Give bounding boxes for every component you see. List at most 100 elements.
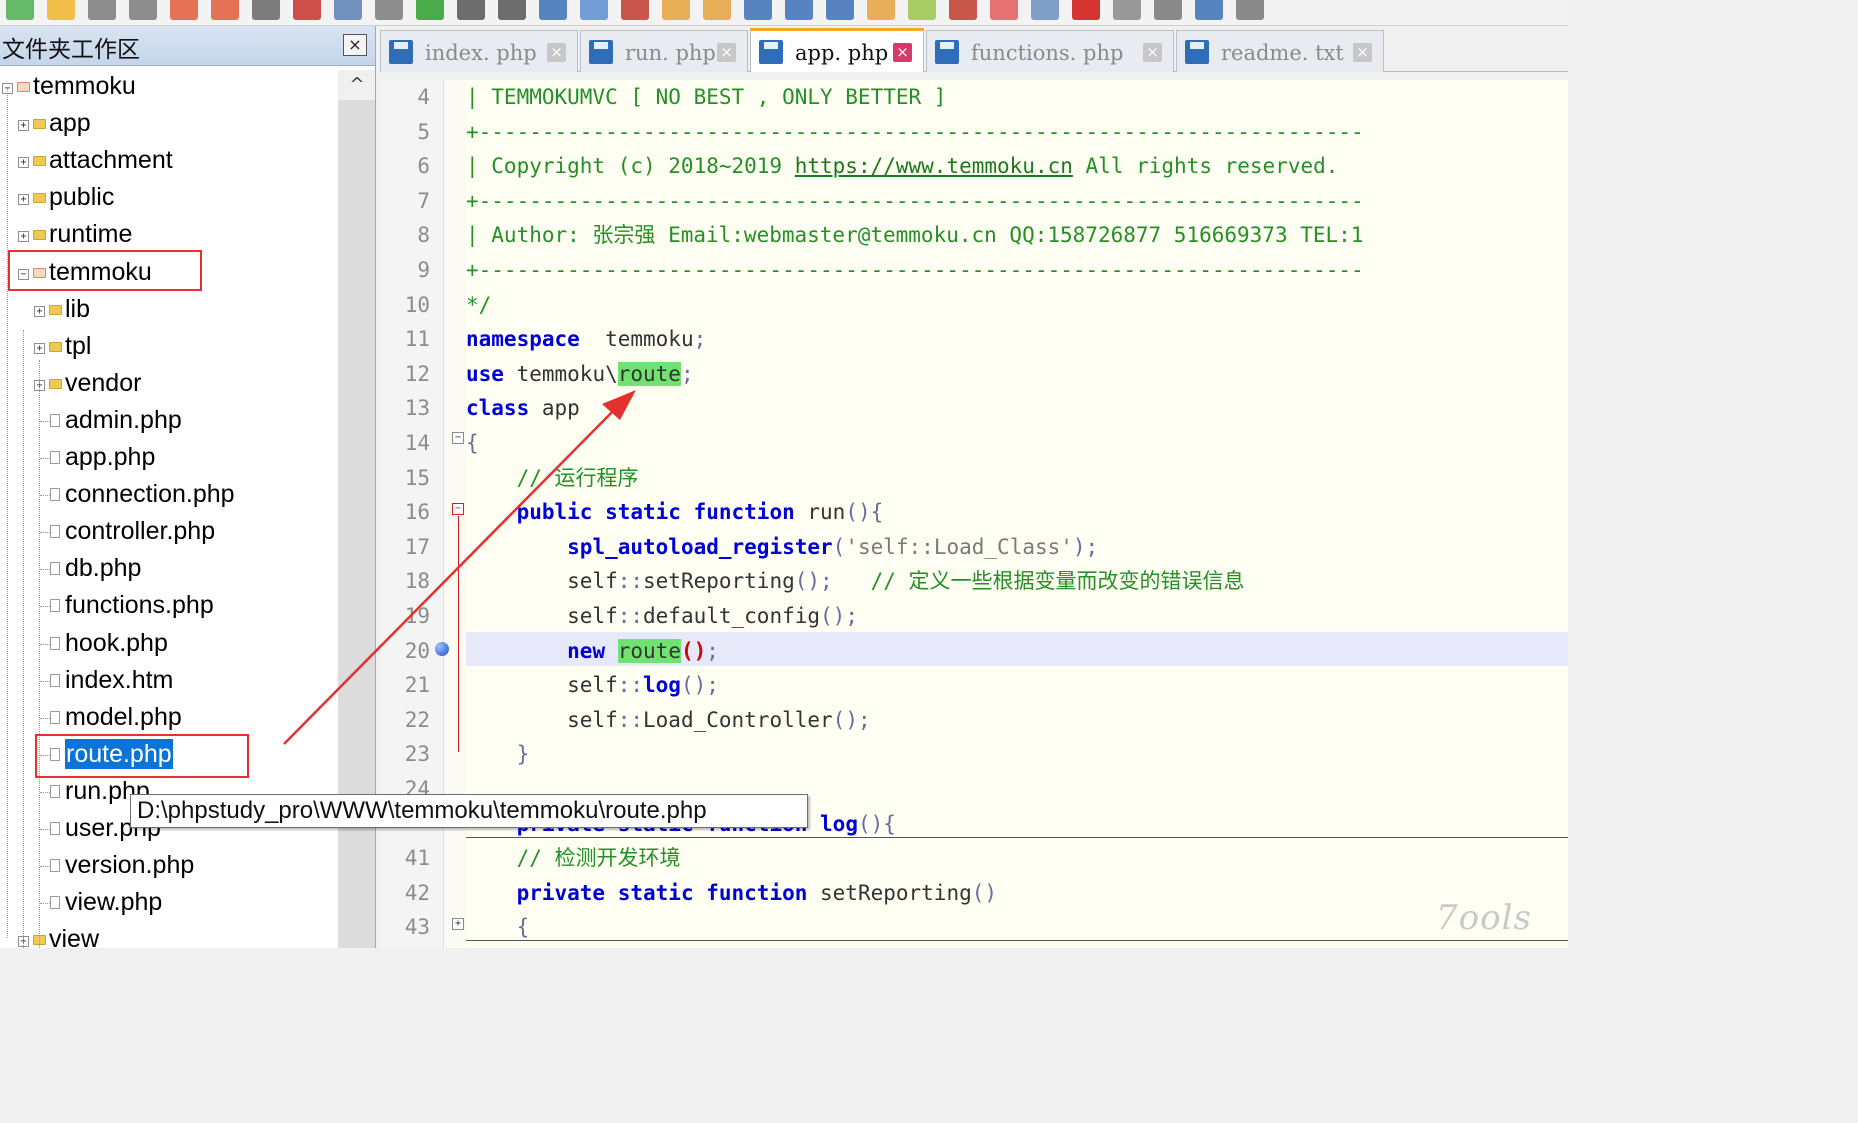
tab-readmetxt[interactable]: readme. txt × xyxy=(1176,30,1384,72)
tree-folder-item[interactable]: + vendor xyxy=(0,367,338,403)
close-all-icon[interactable] xyxy=(211,0,239,20)
code-line[interactable]: self::setReporting(); // 定义一些根据变量而改变的错误信… xyxy=(466,564,1244,598)
expand-icon[interactable]: + xyxy=(18,120,29,132)
tree-file-item[interactable]: hook.php xyxy=(0,627,338,663)
lock-icon[interactable] xyxy=(662,0,690,20)
playback-icon[interactable] xyxy=(1195,0,1223,20)
tab-label: run. php xyxy=(625,41,716,65)
open-folder-icon[interactable] xyxy=(47,0,75,20)
wrap-icon[interactable] xyxy=(744,0,772,20)
tree-folder-item[interactable]: + app xyxy=(0,107,338,143)
code-line[interactable]: | TEMMOKUMVC [ NO BEST , ONLY BETTER ] xyxy=(466,80,946,114)
tab-functionsphp[interactable]: functions. php × xyxy=(926,30,1174,72)
code-line[interactable]: +---------------------------------------… xyxy=(466,184,1364,218)
window-icon[interactable] xyxy=(990,0,1018,20)
code-line[interactable]: +---------------------------------------… xyxy=(466,253,1364,287)
tree-folder-item[interactable]: + public xyxy=(0,181,338,217)
redo-icon[interactable] xyxy=(457,0,485,20)
record-icon[interactable] xyxy=(1072,0,1100,20)
code-line[interactable]: public static function run(){ xyxy=(466,495,884,529)
close-icon[interactable]: × xyxy=(717,43,736,62)
code-line[interactable]: | Copyright (c) 2018~2019 https://www.te… xyxy=(466,149,1338,183)
code-line[interactable]: +---------------------------------------… xyxy=(466,115,1364,149)
code-line[interactable]: use temmoku\route; xyxy=(466,357,694,391)
scroll-up-button[interactable]: ^ xyxy=(338,70,375,100)
color-icon[interactable] xyxy=(908,0,936,20)
tree-file-item[interactable]: view.php xyxy=(0,886,338,922)
close-icon[interactable]: × xyxy=(1353,43,1372,62)
code-line[interactable]: self::default_config(); xyxy=(466,599,858,633)
code-token: () xyxy=(680,638,707,663)
code-token: (); xyxy=(794,569,833,594)
code-line[interactable]: spl_autoload_register('self::Load_Class'… xyxy=(466,530,1098,564)
play-icon[interactable] xyxy=(1154,0,1182,20)
format-icon[interactable] xyxy=(826,0,854,20)
tab-runphp[interactable]: run. php × xyxy=(580,30,748,72)
close-icon[interactable]: × xyxy=(893,43,912,62)
code-line[interactable]: { xyxy=(466,910,530,944)
tree-folder-item[interactable]: − temmoku xyxy=(0,70,338,106)
tree-file-item[interactable]: admin.php xyxy=(0,404,338,440)
tree-file-item[interactable]: version.php xyxy=(0,849,338,885)
code-line[interactable]: } xyxy=(466,737,530,771)
new-file-icon[interactable] xyxy=(6,0,34,20)
code-line[interactable]: class app xyxy=(466,391,580,425)
stop-icon[interactable] xyxy=(1113,0,1141,20)
tree-folder-item[interactable]: + view xyxy=(0,923,338,948)
code-line[interactable]: // 检测开发环境 xyxy=(466,841,681,875)
code-line[interactable]: | Author: 张宗强 Email:webmaster@temmoku.cn… xyxy=(466,218,1363,252)
close-icon[interactable]: × xyxy=(1143,43,1162,62)
code-line[interactable]: self::log(); xyxy=(466,668,719,702)
unlock-icon[interactable] xyxy=(703,0,731,20)
expand-icon[interactable]: + xyxy=(34,305,45,317)
save-icon[interactable] xyxy=(88,0,116,20)
tab-indexphp[interactable]: index. php × xyxy=(380,30,578,72)
tree-file-item[interactable]: model.php xyxy=(0,701,338,737)
tree-file-item[interactable]: connection.php xyxy=(0,478,338,514)
code-line[interactable]: private static function setReporting() xyxy=(466,876,997,910)
tree-folder-item[interactable]: + runtime xyxy=(0,218,338,254)
code-token: ( xyxy=(832,534,846,559)
bookmark-icon[interactable] xyxy=(435,642,449,656)
bookmark-icon[interactable] xyxy=(867,0,895,20)
expand-icon[interactable]: + xyxy=(34,342,45,354)
code-line[interactable]: // 运行程序 xyxy=(466,461,639,495)
expand-icon[interactable]: + xyxy=(18,157,29,169)
tree-file-item[interactable]: controller.php xyxy=(0,515,338,551)
code-line[interactable]: */ xyxy=(466,288,491,322)
expand-icon[interactable]: + xyxy=(18,194,29,206)
view-icon[interactable] xyxy=(1031,0,1059,20)
cut-icon[interactable] xyxy=(293,0,321,20)
find-icon[interactable] xyxy=(498,0,526,20)
expand-icon[interactable]: + xyxy=(18,231,29,243)
paste-icon[interactable] xyxy=(375,0,403,20)
tree-folder-item[interactable]: + tpl xyxy=(0,330,338,366)
code-line[interactable]: { xyxy=(466,426,479,460)
edit-icon[interactable] xyxy=(949,0,977,20)
replace-icon[interactable] xyxy=(539,0,567,20)
code-line[interactable]: namespace temmoku; xyxy=(466,322,706,356)
zoom-in-icon[interactable] xyxy=(580,0,608,20)
tree-file-item[interactable]: functions.php xyxy=(0,589,338,625)
save-macro-icon[interactable] xyxy=(1236,0,1264,20)
indent-icon[interactable] xyxy=(785,0,813,20)
panel-close-button[interactable]: × xyxy=(343,34,367,56)
tree-file-item[interactable]: db.php xyxy=(0,552,338,588)
print-icon[interactable] xyxy=(252,0,280,20)
tab-appphp[interactable]: app. php × xyxy=(750,28,924,72)
code-line[interactable]: self::Load_Controller(); xyxy=(466,703,870,737)
tree-file-item[interactable]: index.htm xyxy=(0,664,338,700)
fold-toggle-icon[interactable]: − xyxy=(452,432,464,444)
copy-icon[interactable] xyxy=(334,0,362,20)
fold-toggle-icon[interactable]: − xyxy=(452,503,464,515)
save-all-icon[interactable] xyxy=(129,0,157,20)
close-file-icon[interactable] xyxy=(170,0,198,20)
fold-toggle-icon[interactable]: + xyxy=(452,918,464,930)
tree-file-item[interactable]: app.php xyxy=(0,441,338,477)
code-line[interactable]: new route(); xyxy=(466,634,719,668)
close-icon[interactable]: × xyxy=(547,43,566,62)
zoom-out-icon[interactable] xyxy=(621,0,649,20)
tree-folder-item[interactable]: + lib xyxy=(0,293,338,329)
tree-folder-item[interactable]: + attachment xyxy=(0,144,338,180)
undo-icon[interactable] xyxy=(416,0,444,20)
